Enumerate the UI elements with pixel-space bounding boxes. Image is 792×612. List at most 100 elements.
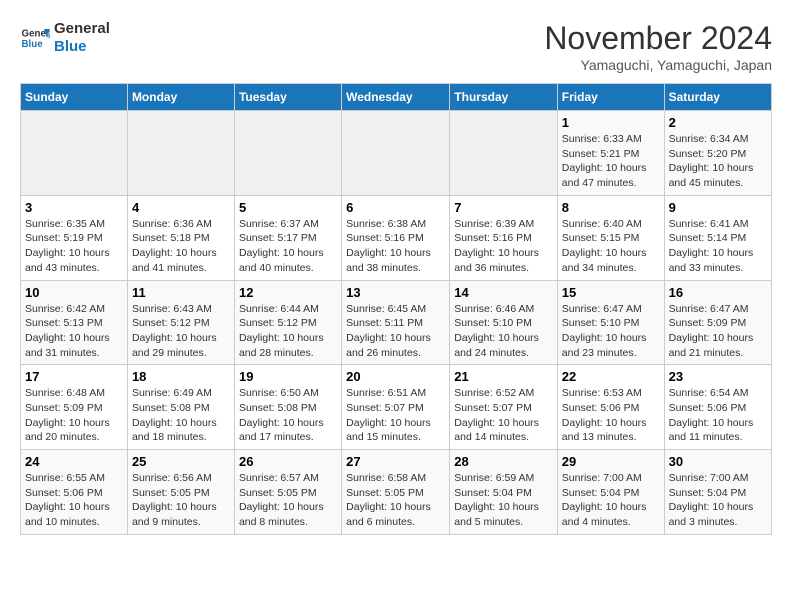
calendar-cell: 21 Sunrise: 6:52 AM Sunset: 5:07 PM Dayli… [450,365,558,450]
logo-icon: General Blue [20,23,50,53]
header: General Blue General Blue November 2024 … [20,20,772,73]
day-header-monday: Monday [127,84,234,111]
calendar-cell: 16 Sunrise: 6:47 AM Sunset: 5:09 PM Dayli… [664,280,771,365]
day-info: Sunrise: 6:45 AM Sunset: 5:11 PM Dayligh… [346,302,445,361]
day-info: Sunrise: 6:35 AM Sunset: 5:19 PM Dayligh… [25,217,123,276]
calendar-cell: 27 Sunrise: 6:58 AM Sunset: 5:05 PM Dayli… [342,450,450,535]
day-number: 3 [25,200,123,215]
calendar-cell: 7 Sunrise: 6:39 AM Sunset: 5:16 PM Daylig… [450,195,558,280]
day-number: 30 [669,454,767,469]
day-info: Sunrise: 6:41 AM Sunset: 5:14 PM Dayligh… [669,217,767,276]
day-header-friday: Friday [557,84,664,111]
day-number: 21 [454,369,553,384]
day-number: 17 [25,369,123,384]
day-info: Sunrise: 6:53 AM Sunset: 5:06 PM Dayligh… [562,386,660,445]
calendar-cell: 29 Sunrise: 7:00 AM Sunset: 5:04 PM Dayli… [557,450,664,535]
day-info: Sunrise: 6:38 AM Sunset: 5:16 PM Dayligh… [346,217,445,276]
calendar-cell: 14 Sunrise: 6:46 AM Sunset: 5:10 PM Dayli… [450,280,558,365]
day-number: 19 [239,369,337,384]
calendar-cell: 3 Sunrise: 6:35 AM Sunset: 5:19 PM Daylig… [21,195,128,280]
calendar-cell: 23 Sunrise: 6:54 AM Sunset: 5:06 PM Dayli… [664,365,771,450]
day-number: 15 [562,285,660,300]
calendar-cell: 10Sunrise: 6:42 AM Sunset: 5:13 PM Dayli… [21,280,128,365]
day-number: 26 [239,454,337,469]
calendar-cell: 26 Sunrise: 6:57 AM Sunset: 5:05 PM Dayli… [234,450,341,535]
day-info: Sunrise: 6:47 AM Sunset: 5:09 PM Dayligh… [669,302,767,361]
calendar-cell: 6 Sunrise: 6:38 AM Sunset: 5:16 PM Daylig… [342,195,450,280]
day-header-sunday: Sunday [21,84,128,111]
day-info: Sunrise: 6:42 AM Sunset: 5:13 PM Dayligh… [25,302,123,361]
calendar-cell: 1Sunrise: 6:33 AM Sunset: 5:21 PM Daylig… [557,111,664,196]
day-info: Sunrise: 6:44 AM Sunset: 5:12 PM Dayligh… [239,302,337,361]
day-header-saturday: Saturday [664,84,771,111]
day-header-wednesday: Wednesday [342,84,450,111]
calendar-week-1: 1Sunrise: 6:33 AM Sunset: 5:21 PM Daylig… [21,111,772,196]
calendar-table: SundayMondayTuesdayWednesdayThursdayFrid… [20,83,772,535]
day-info: Sunrise: 6:52 AM Sunset: 5:07 PM Dayligh… [454,386,553,445]
calendar-cell [450,111,558,196]
day-info: Sunrise: 6:49 AM Sunset: 5:08 PM Dayligh… [132,386,230,445]
day-info: Sunrise: 6:54 AM Sunset: 5:06 PM Dayligh… [669,386,767,445]
day-number: 14 [454,285,553,300]
day-number: 23 [669,369,767,384]
calendar-cell: 2Sunrise: 6:34 AM Sunset: 5:20 PM Daylig… [664,111,771,196]
day-number: 6 [346,200,445,215]
day-info: Sunrise: 6:46 AM Sunset: 5:10 PM Dayligh… [454,302,553,361]
day-info: Sunrise: 7:00 AM Sunset: 5:04 PM Dayligh… [669,471,767,530]
day-number: 20 [346,369,445,384]
day-number: 29 [562,454,660,469]
day-info: Sunrise: 6:58 AM Sunset: 5:05 PM Dayligh… [346,471,445,530]
day-header-tuesday: Tuesday [234,84,341,111]
day-number: 16 [669,285,767,300]
day-number: 24 [25,454,123,469]
calendar-cell: 17 Sunrise: 6:48 AM Sunset: 5:09 PM Dayli… [21,365,128,450]
calendar-cell: 28 Sunrise: 6:59 AM Sunset: 5:04 PM Dayli… [450,450,558,535]
calendar-cell: 30 Sunrise: 7:00 AM Sunset: 5:04 PM Dayli… [664,450,771,535]
day-info: Sunrise: 6:55 AM Sunset: 5:06 PM Dayligh… [25,471,123,530]
day-number: 5 [239,200,337,215]
title-area: November 2024 Yamaguchi, Yamaguchi, Japa… [544,20,772,73]
calendar-cell: 18 Sunrise: 6:49 AM Sunset: 5:08 PM Dayli… [127,365,234,450]
day-number: 2 [669,115,767,130]
calendar-cell: 19 Sunrise: 6:50 AM Sunset: 5:08 PM Dayli… [234,365,341,450]
calendar-week-5: 24 Sunrise: 6:55 AM Sunset: 5:06 PM Dayli… [21,450,772,535]
day-number: 4 [132,200,230,215]
day-number: 9 [669,200,767,215]
day-header-thursday: Thursday [450,84,558,111]
calendar-cell [127,111,234,196]
day-info: Sunrise: 6:50 AM Sunset: 5:08 PM Dayligh… [239,386,337,445]
day-number: 18 [132,369,230,384]
day-info: Sunrise: 6:51 AM Sunset: 5:07 PM Dayligh… [346,386,445,445]
day-info: Sunrise: 6:48 AM Sunset: 5:09 PM Dayligh… [25,386,123,445]
day-info: Sunrise: 6:59 AM Sunset: 5:04 PM Dayligh… [454,471,553,530]
day-number: 13 [346,285,445,300]
day-info: Sunrise: 6:36 AM Sunset: 5:18 PM Dayligh… [132,217,230,276]
svg-text:Blue: Blue [22,39,44,50]
page-subtitle: Yamaguchi, Yamaguchi, Japan [544,57,772,73]
day-info: Sunrise: 6:37 AM Sunset: 5:17 PM Dayligh… [239,217,337,276]
logo: General Blue General Blue [20,20,110,56]
day-number: 28 [454,454,553,469]
day-info: Sunrise: 6:40 AM Sunset: 5:15 PM Dayligh… [562,217,660,276]
calendar-cell: 9 Sunrise: 6:41 AM Sunset: 5:14 PM Daylig… [664,195,771,280]
day-info: Sunrise: 6:57 AM Sunset: 5:05 PM Dayligh… [239,471,337,530]
calendar-cell: 5 Sunrise: 6:37 AM Sunset: 5:17 PM Daylig… [234,195,341,280]
calendar-cell: 8Sunrise: 6:40 AM Sunset: 5:15 PM Daylig… [557,195,664,280]
calendar-cell: 22Sunrise: 6:53 AM Sunset: 5:06 PM Dayli… [557,365,664,450]
calendar-header-row: SundayMondayTuesdayWednesdayThursdayFrid… [21,84,772,111]
page-title: November 2024 [544,20,772,57]
day-number: 27 [346,454,445,469]
day-number: 7 [454,200,553,215]
day-info: Sunrise: 6:43 AM Sunset: 5:12 PM Dayligh… [132,302,230,361]
calendar-cell [342,111,450,196]
calendar-cell [21,111,128,196]
calendar-cell: 15Sunrise: 6:47 AM Sunset: 5:10 PM Dayli… [557,280,664,365]
calendar-cell: 4 Sunrise: 6:36 AM Sunset: 5:18 PM Daylig… [127,195,234,280]
calendar-cell: 25Sunrise: 6:56 AM Sunset: 5:05 PM Dayli… [127,450,234,535]
calendar-cell: 13 Sunrise: 6:45 AM Sunset: 5:11 PM Dayli… [342,280,450,365]
calendar-cell: 24 Sunrise: 6:55 AM Sunset: 5:06 PM Dayli… [21,450,128,535]
day-info: Sunrise: 6:39 AM Sunset: 5:16 PM Dayligh… [454,217,553,276]
calendar-cell [234,111,341,196]
calendar-week-4: 17 Sunrise: 6:48 AM Sunset: 5:09 PM Dayli… [21,365,772,450]
day-info: Sunrise: 7:00 AM Sunset: 5:04 PM Dayligh… [562,471,660,530]
